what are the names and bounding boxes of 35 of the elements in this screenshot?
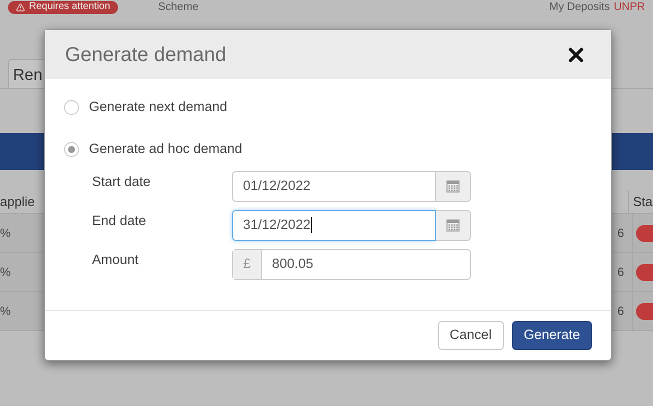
radio-button[interactable] [64, 100, 79, 115]
calendar-button[interactable] [436, 170, 471, 202]
table-cell-text: 6 [617, 264, 624, 281]
amount-value: 800.05 [271, 254, 314, 273]
column-header: Sta [628, 190, 653, 213]
radio-button[interactable] [64, 142, 79, 157]
date-field[interactable]: 31/12/2022 [232, 210, 436, 240]
nav-item[interactable]: Scheme [158, 2, 199, 12]
date-field[interactable]: 01/12/2022 [232, 170, 436, 202]
table-cell-text: % [0, 303, 11, 320]
calendar-button[interactable] [436, 210, 471, 240]
calendar-icon [446, 218, 460, 232]
table-cell-text: % [0, 264, 11, 281]
table-cell-text: 6 [617, 225, 624, 242]
warning-icon [16, 2, 25, 12]
radio-option[interactable]: Generate ad hoc demand [64, 139, 592, 160]
table-cell-text: % [0, 225, 11, 242]
dialog-title: Generate demand [65, 42, 226, 68]
generate-button[interactable]: Generate [512, 320, 592, 350]
deposits-label: My Deposits [549, 2, 610, 12]
calendar-icon [446, 179, 460, 193]
field-label: Amount [92, 250, 140, 268]
status-pill [636, 224, 653, 242]
table-cell-text: 6 [617, 303, 624, 320]
radio-option[interactable]: Generate next demand [64, 97, 592, 118]
currency-prefix: £ [233, 250, 262, 278]
field-label: End date [92, 212, 148, 230]
amount-field[interactable]: £ 800.05 [232, 248, 471, 280]
alert-badge[interactable]: Requires attention [8, 0, 118, 14]
field-label: Start date [92, 172, 152, 190]
status-pill [636, 264, 653, 280]
column-header: applie [0, 193, 35, 211]
status-pill [636, 302, 653, 320]
cancel-button[interactable]: Cancel [438, 320, 504, 350]
deposits-status: UNPR [614, 2, 645, 12]
